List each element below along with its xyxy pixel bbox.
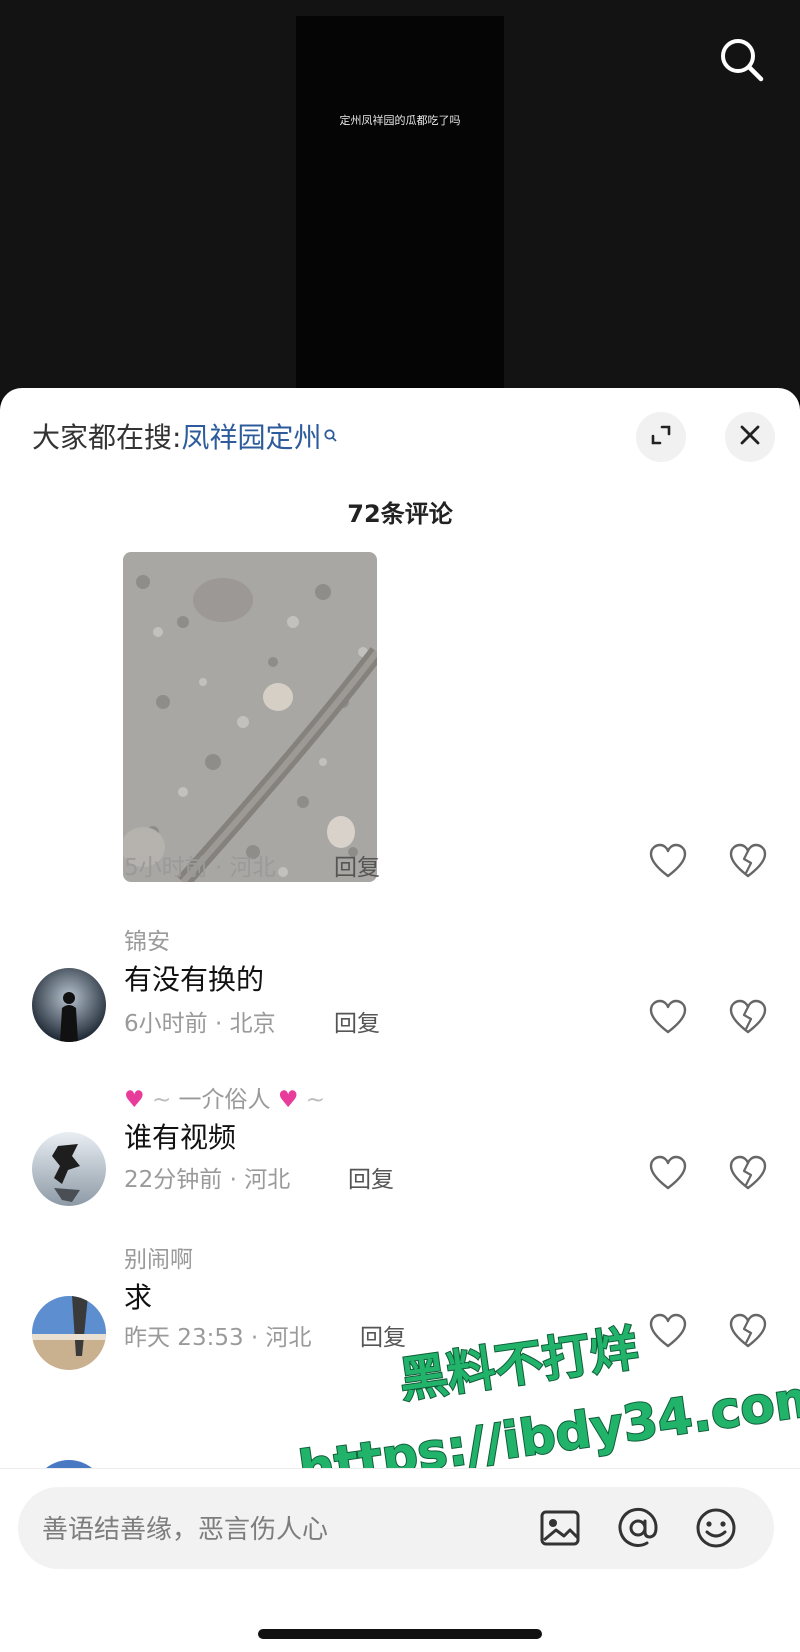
comment-image-gravel[interactable] [123,552,377,882]
comment-username[interactable]: 别闹啊 [124,1240,193,1274]
search-icon[interactable] [716,34,768,86]
video-frame: 定州凤祥园的瓜都吃了吗 [296,16,504,400]
comment-time-location: 22分钟前 · 河北 [124,1167,291,1193]
video-caption: 定州凤祥园的瓜都吃了吗 [339,114,461,127]
avatar[interactable] [32,1296,106,1370]
expand-button[interactable] [636,412,686,462]
emoji-icon[interactable] [692,1504,740,1552]
at-mention-icon[interactable] [614,1504,662,1552]
close-icon [738,423,762,451]
close-button[interactable] [725,412,775,462]
comment-username-text: 一介俗人 [178,1087,271,1113]
avatar[interactable] [32,968,106,1042]
comment-input-bar: 善语结善缘，恶言伤人心 [0,1468,800,1652]
comment-time-location: 昨天 23:53 · 河北 [124,1325,312,1351]
comment-input-placeholder: 善语结善缘，恶言伤人心 [42,1515,329,1545]
comment-time-location: 6小时前 · 北京 [124,1011,276,1037]
comment-input[interactable]: 善语结善缘，恶言伤人心 [18,1487,774,1569]
dislike-icon[interactable] [728,998,768,1038]
like-icon[interactable] [648,998,688,1038]
search-mini-icon [323,418,339,451]
dislike-icon[interactable] [728,1154,768,1194]
dislike-icon[interactable] [728,842,768,882]
avatar[interactable] [32,1132,106,1206]
image-icon[interactable] [536,1504,584,1552]
comment-count: 72条评论 [347,500,453,528]
comment-username[interactable]: 锦安 [124,922,170,956]
reply-button[interactable]: 回复 [360,1318,406,1352]
wing-icon: ~ [305,1087,326,1113]
like-icon[interactable] [648,842,688,882]
reply-button[interactable]: 回复 [334,848,380,882]
comment-username[interactable]: ♥ ~ 一介俗人 ♥ ~ [124,1080,325,1114]
comment-text: 谁有视频 [124,1121,237,1154]
home-indicator [258,1629,542,1639]
like-icon[interactable] [648,1154,688,1194]
comment-text: 有没有换的 [124,963,265,996]
like-icon[interactable] [648,1312,688,1352]
comment-sheet: 大家都在搜:凤祥园定州 72条评论 5小时前 · 河北 回复 锦安 有没有换的 … [0,388,800,1651]
expand-icon [648,422,674,452]
comment-text: 求 [124,1281,153,1314]
hot-search-banner[interactable]: 大家都在搜:凤祥园定州 [32,416,339,456]
dislike-icon[interactable] [728,1312,768,1352]
heart-emoji-icon: ♥ [124,1087,145,1113]
reply-button[interactable]: 回复 [334,1004,380,1038]
reply-button[interactable]: 回复 [348,1160,394,1194]
video-area[interactable]: 定州凤祥园的瓜都吃了吗 [0,0,800,400]
hot-search-keyword[interactable]: 凤祥园定州 [181,421,321,454]
hot-search-prefix: 大家都在搜: [32,421,182,454]
wing-icon: ~ [151,1087,172,1113]
comment-time-location: 5小时前 · 河北 [124,855,276,881]
heart-emoji-icon: ♥ [277,1087,299,1113]
